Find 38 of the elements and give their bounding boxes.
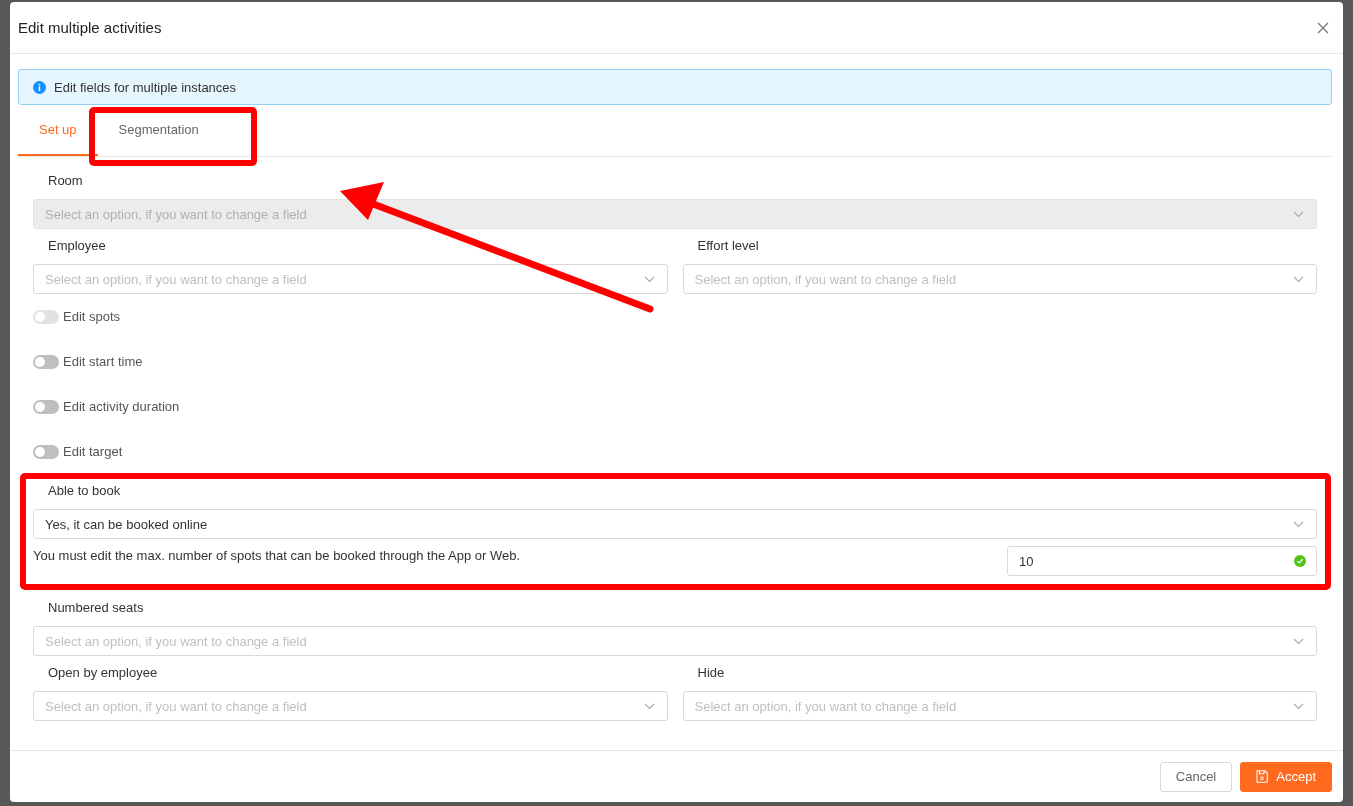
select-field[interactable]: Select an option, if you want to change a field [33,691,668,721]
tab[interactable]: Set up [18,105,98,156]
field-label: Open by employee [47,664,159,682]
toggle-switch[interactable] [33,444,59,459]
save-icon [1256,770,1269,783]
field-label: Numbered seats [47,599,145,617]
toggle-label: Edit start time [63,354,143,369]
chevron-down-icon [643,702,655,710]
select-field[interactable]: Select an option, if you want to change a field [682,691,1317,721]
chevron-down-icon [1293,637,1304,645]
toggle-switch[interactable] [33,354,59,369]
number-field[interactable]: 10 [1007,546,1317,576]
helper-text: You must edit the max. number of spots that can be booked through the App or Web. [33,547,521,565]
accept-button[interactable]: Accept [1240,761,1332,792]
close-icon[interactable] [1317,21,1329,34]
field-label: Able to book [47,482,122,500]
toggle-switch[interactable] [33,399,59,414]
chevron-down-icon [1293,702,1304,710]
tab[interactable]: Segmentation [97,105,220,156]
field-label: Hide [696,664,726,682]
toggle-label: Edit spots [63,309,121,324]
toggle-label: Edit target [63,444,123,459]
chevron-down-icon [1293,520,1304,528]
toggle-label: Edit activity duration [63,399,180,414]
info-icon [33,80,46,94]
cancel-button[interactable]: Cancel [1159,761,1233,792]
chevron-down-icon [1293,210,1304,218]
select-field[interactable]: Select an option, if you want to change a field [682,264,1317,294]
dialog-title: Edit multiple activities [18,19,162,36]
field-label: Effort level [696,237,760,255]
select-field[interactable]: Yes, it can be booked online [33,509,1317,539]
field-label: Employee [47,237,107,255]
alert-text: Edit fields for multiple instances [54,79,237,95]
chevron-down-icon [1293,275,1304,283]
select-field[interactable]: Select an option, if you want to change a field [33,626,1317,656]
chevron-down-icon [643,275,655,283]
field-label: Room [47,172,84,190]
select-field[interactable]: Select an option, if you want to change a field [33,264,668,294]
